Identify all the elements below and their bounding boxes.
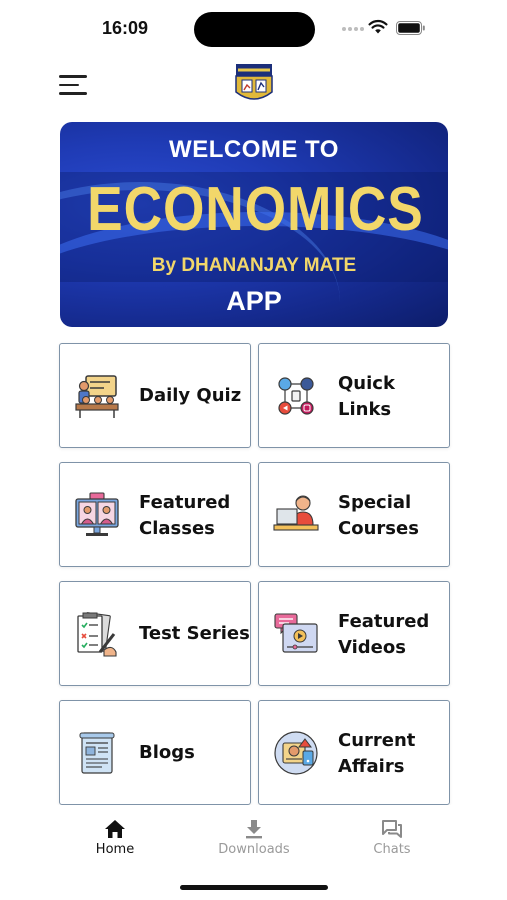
download-icon <box>246 820 262 839</box>
wifi-icon <box>368 19 388 34</box>
tile-label: Test Series <box>139 623 250 644</box>
tile-test-series[interactable]: Test Series <box>59 581 251 686</box>
tile-label: Current Affairs <box>338 730 416 777</box>
tile-current-affairs[interactable]: Current Affairs <box>258 700 450 805</box>
banner-title: ECONOMICS <box>87 175 424 244</box>
status-bar: 16:09 <box>0 0 507 56</box>
nav-downloads[interactable]: Downloads <box>204 819 304 857</box>
hamburger-menu-icon[interactable] <box>59 75 87 95</box>
tile-label: Special Courses <box>338 492 419 539</box>
tile-label: Featured Videos <box>338 611 430 658</box>
banner-app-text: APP <box>226 286 282 316</box>
courses-icon <box>273 495 319 531</box>
tile-label: Daily Quiz <box>139 385 242 406</box>
blogs-icon <box>79 732 115 774</box>
dynamic-island <box>194 12 315 47</box>
banner-welcome-text: WELCOME TO <box>169 136 339 163</box>
tile-label: Blogs <box>139 742 195 763</box>
signal-icon <box>342 27 364 33</box>
links-icon <box>278 377 314 415</box>
nav-home-label: Home <box>95 842 135 857</box>
quiz-icon <box>75 375 119 418</box>
tile-label: Featured Classes <box>139 492 231 539</box>
status-time: 16:09 <box>102 18 149 38</box>
banner-byline: By DHANANJAY MATE <box>151 255 357 276</box>
nav-chats-label: Chats <box>373 842 411 857</box>
economics-logo <box>235 64 273 100</box>
battery-icon <box>396 21 425 35</box>
tile-featured-classes[interactable]: Featured Classes <box>59 462 251 567</box>
tile-special-courses[interactable]: Special Courses <box>258 462 450 567</box>
tile-featured-videos[interactable]: Featured Videos <box>258 581 450 686</box>
chats-icon <box>382 820 402 838</box>
classes-icon <box>75 492 119 536</box>
tile-daily-quiz[interactable]: Daily Quiz <box>59 343 251 448</box>
tile-quick-links[interactable]: Quick Links <box>258 343 450 448</box>
home-indicator <box>180 885 328 890</box>
test-series-icon <box>77 612 117 657</box>
current-affairs-icon <box>274 731 318 775</box>
tile-blogs[interactable]: Blogs <box>59 700 251 805</box>
home-icon <box>105 820 125 838</box>
welcome-banner: WELCOME TO ECONOMICS By DHANANJAY MATE A… <box>60 122 448 327</box>
nav-home[interactable]: Home <box>65 819 165 857</box>
tile-label: Quick Links <box>338 373 395 420</box>
nav-chats[interactable]: Chats <box>342 819 442 857</box>
videos-icon <box>274 613 318 653</box>
nav-downloads-label: Downloads <box>218 842 290 857</box>
